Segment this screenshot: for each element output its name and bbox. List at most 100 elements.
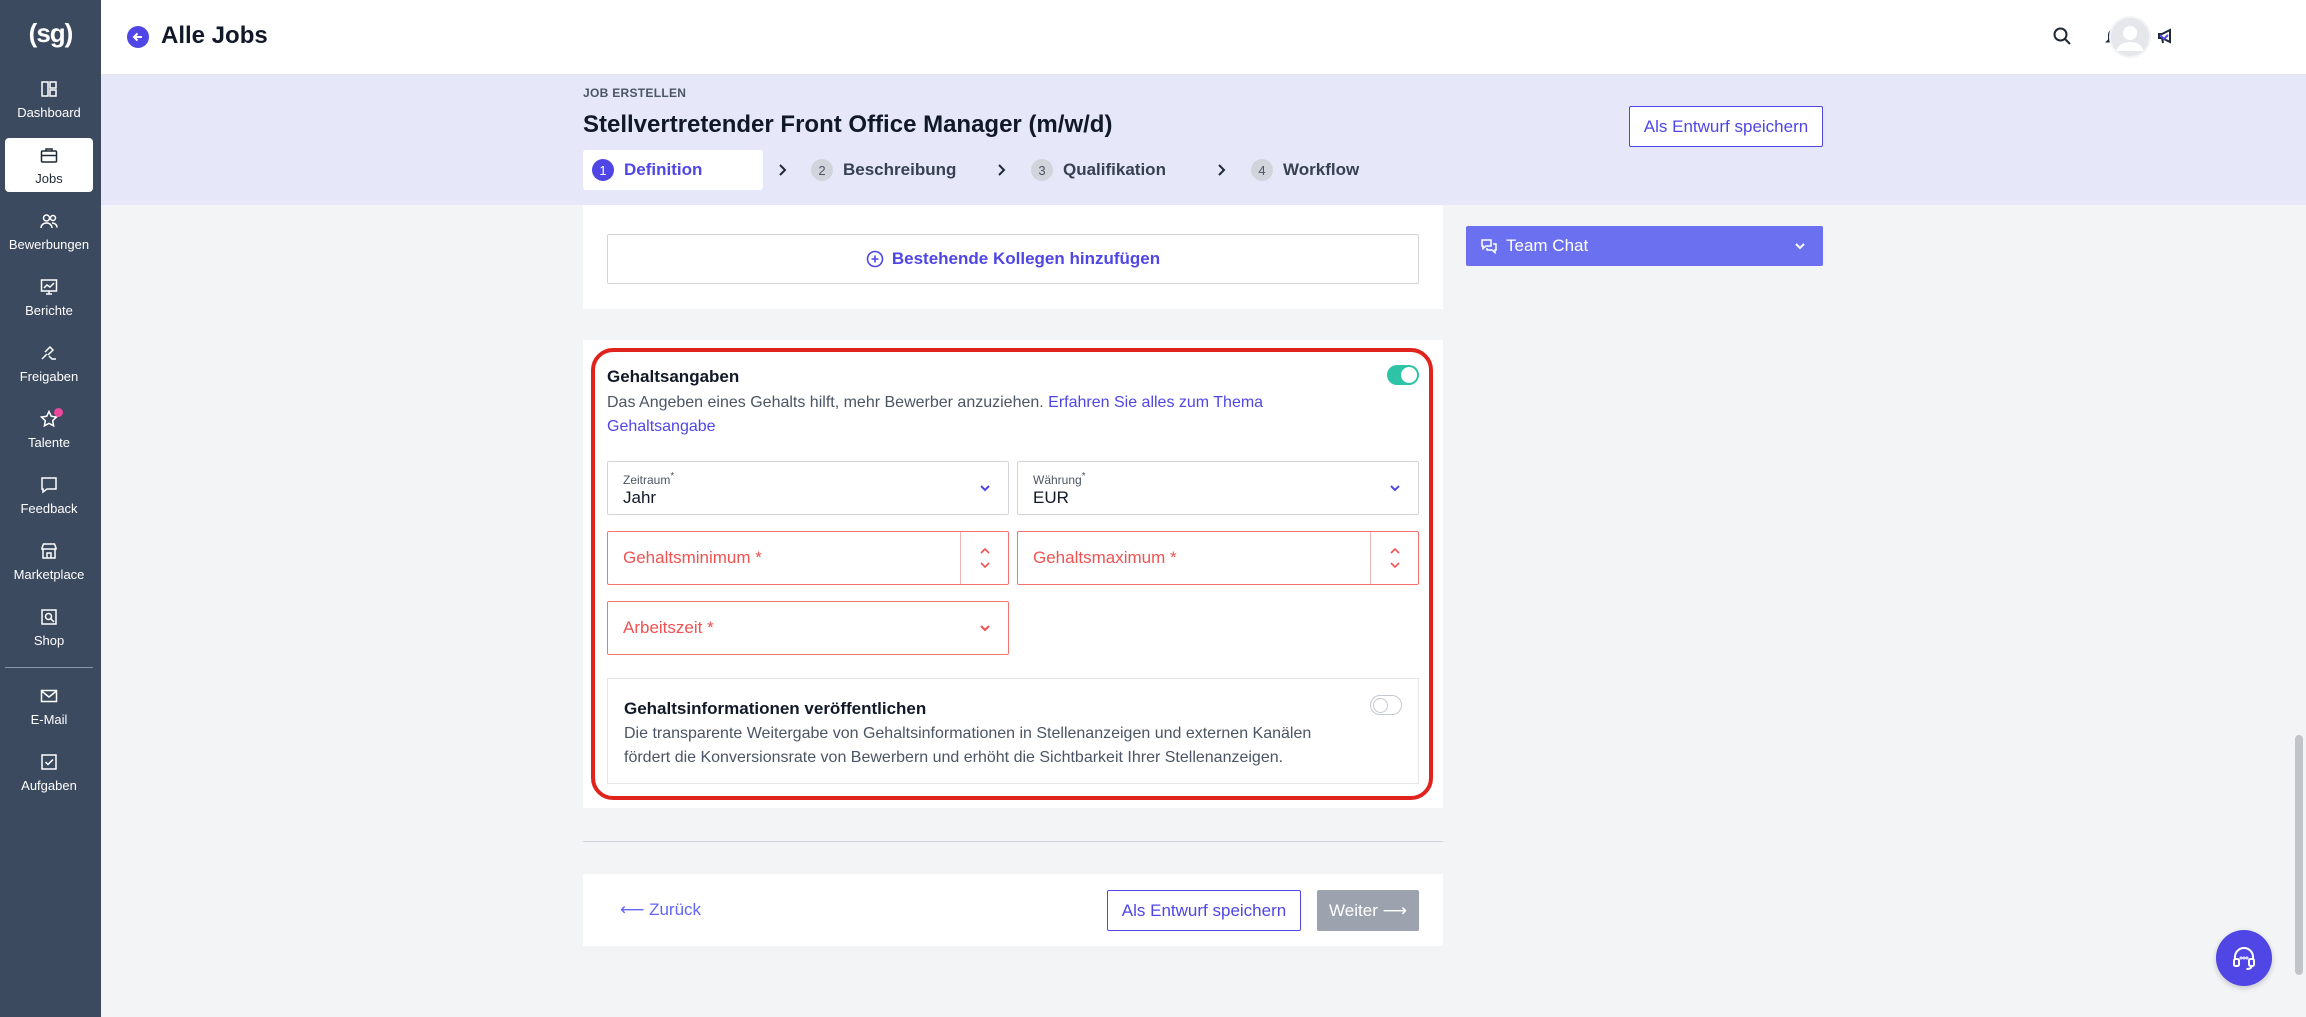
step-qualifikation[interactable]: 3 Qualifikation [1031,150,1166,190]
add-colleagues-button[interactable]: Bestehende Kollegen hinzufügen [607,234,1419,284]
step-label: Definition [624,160,703,179]
plus-circle-icon [866,250,884,268]
save-draft-button[interactable]: Als Entwurf speichern [1629,106,1823,147]
sidebar-item-berichte[interactable]: Berichte [5,270,93,324]
sidebar-item-bewerbungen[interactable]: Bewerbungen [5,204,93,258]
currency-value: EUR [1033,488,1069,507]
period-label: Zeitraum* [623,471,674,487]
number-stepper[interactable] [960,532,1008,584]
team-chat-label: Team Chat [1506,236,1589,255]
step-label: Beschreibung [843,160,957,179]
step-beschreibung[interactable]: 2 Beschreibung [811,150,956,190]
sidebar-item-label: Jobs [35,170,63,186]
checkbox-icon [41,753,57,770]
chevron-down-icon[interactable] [2155,28,2173,46]
footer-card [583,874,1443,946]
step-number: 3 [1031,159,1053,181]
back-arrow-button[interactable] [127,26,149,48]
support-button[interactable] [2216,930,2272,986]
users-icon [40,213,58,228]
worktime-select[interactable]: Arbeitszeit * [607,601,1009,655]
approval-hand-icon [41,345,56,360]
period-value: Jahr [623,488,657,507]
sidebar-item-talente[interactable]: Talente [5,402,93,456]
salary-toggle[interactable] [1387,365,1419,385]
salary-description-text: Das Angeben eines Gehalts hilft, mehr Be… [607,394,1044,411]
notification-dot [54,408,63,417]
sidebar-item-aufgaben[interactable]: Aufgaben [5,745,93,799]
sidebar-item-label: E-Mail [30,711,68,727]
sidebar-item-shop[interactable]: Shop [5,600,93,654]
toggle-knob [1401,367,1417,383]
store-icon [41,542,57,559]
publish-salary-description: Die transparente Weitergabe von Gehaltsi… [624,725,1312,766]
chat-icon [1481,239,1497,255]
arrow-left-icon [132,32,142,42]
currency-select[interactable]: Währung* EUR [1017,461,1419,515]
avatar[interactable] [2109,16,2151,58]
salary-max-placeholder: Gehaltsmaximum * [1033,548,1177,567]
section-overline: JOB ERSTELLEN [583,86,687,100]
period-label-text: Zeitraum [623,473,671,487]
sidebar-item-label: Berichte [25,302,73,318]
publish-salary-title: Gehaltsinformationen veröffentlichen [624,699,927,718]
chevron-down-icon [980,625,990,632]
salary-max-input[interactable]: Gehaltsmaximum * [1017,531,1419,585]
salary-min-placeholder: Gehaltsminimum * [623,548,762,567]
sidebar-divider [5,667,93,668]
chart-icon [40,278,58,295]
job-header [101,75,2306,205]
salary-min-input[interactable]: Gehaltsminimum * [607,531,1009,585]
dashboard-icon [41,80,57,97]
sidebar-item-freigaben[interactable]: Freigaben [5,336,93,390]
step-label: Qualifikation [1063,160,1166,179]
publish-salary-toggle[interactable] [1370,695,1402,715]
chevron-down-icon [980,485,990,492]
chevron-right-icon [998,164,1006,176]
chevron-down-icon [1390,485,1400,492]
add-colleagues-label: Bestehende Kollegen hinzufügen [891,249,1161,268]
sidebar-item-label: Freigaben [19,368,79,384]
team-chat-toggle[interactable]: Team Chat [1466,226,1823,266]
chevron-up-icon[interactable] [1389,547,1401,555]
back-link[interactable]: ⟵ Zurück [620,900,701,920]
headset-icon [2233,947,2255,970]
mail-icon [40,689,58,702]
scrollbar[interactable] [2295,735,2303,975]
number-stepper[interactable] [1370,532,1418,584]
salary-section-title: Gehaltsangaben [607,367,740,386]
search-button[interactable] [2048,22,2076,50]
sidebar: (sg) Dashboard Jobs Bewerbungen Berichte… [0,0,101,1017]
currency-label: Währung* [1033,471,1086,487]
chevron-up-icon[interactable] [979,547,991,555]
chevron-down-icon[interactable] [1389,561,1401,569]
sidebar-item-label: Shop [33,632,65,648]
sidebar-item-label: Marketplace [13,566,85,582]
step-number: 2 [811,159,833,181]
shop-search-icon [41,608,57,625]
chevron-down-icon[interactable] [979,561,991,569]
user-avatar-icon [2111,18,2149,56]
sidebar-item-dashboard[interactable]: Dashboard [5,72,93,126]
search-icon [2053,27,2071,45]
sidebar-item-marketplace[interactable]: Marketplace [5,534,93,588]
worktime-placeholder: Arbeitszeit * [623,618,714,637]
sidebar-item-label: Feedback [20,500,78,516]
job-title: Stellvertretender Front Office Manager (… [583,111,1113,138]
period-select[interactable]: Zeitraum* Jahr [607,461,1009,515]
sidebar-item-jobs[interactable]: Jobs [5,138,93,192]
step-number: 1 [592,159,614,181]
app-logo[interactable]: (sg) [0,10,101,56]
step-workflow[interactable]: 4 Workflow [1251,150,1359,190]
sidebar-item-label: Dashboard [17,104,81,120]
next-button[interactable]: Weiter ⟶ [1317,890,1419,931]
sidebar-item-email[interactable]: E-Mail [5,679,93,733]
step-number: 4 [1251,159,1273,181]
salary-description: Das Angeben eines Gehalts hilft, mehr Be… [607,391,1337,439]
sidebar-item-feedback[interactable]: Feedback [5,468,93,522]
save-draft-button[interactable]: Als Entwurf speichern [1107,890,1301,931]
briefcase-icon [40,147,58,163]
step-definition[interactable]: 1 Definition [583,150,763,190]
currency-label-text: Währung [1033,473,1082,487]
page-title: Alle Jobs [161,22,268,49]
